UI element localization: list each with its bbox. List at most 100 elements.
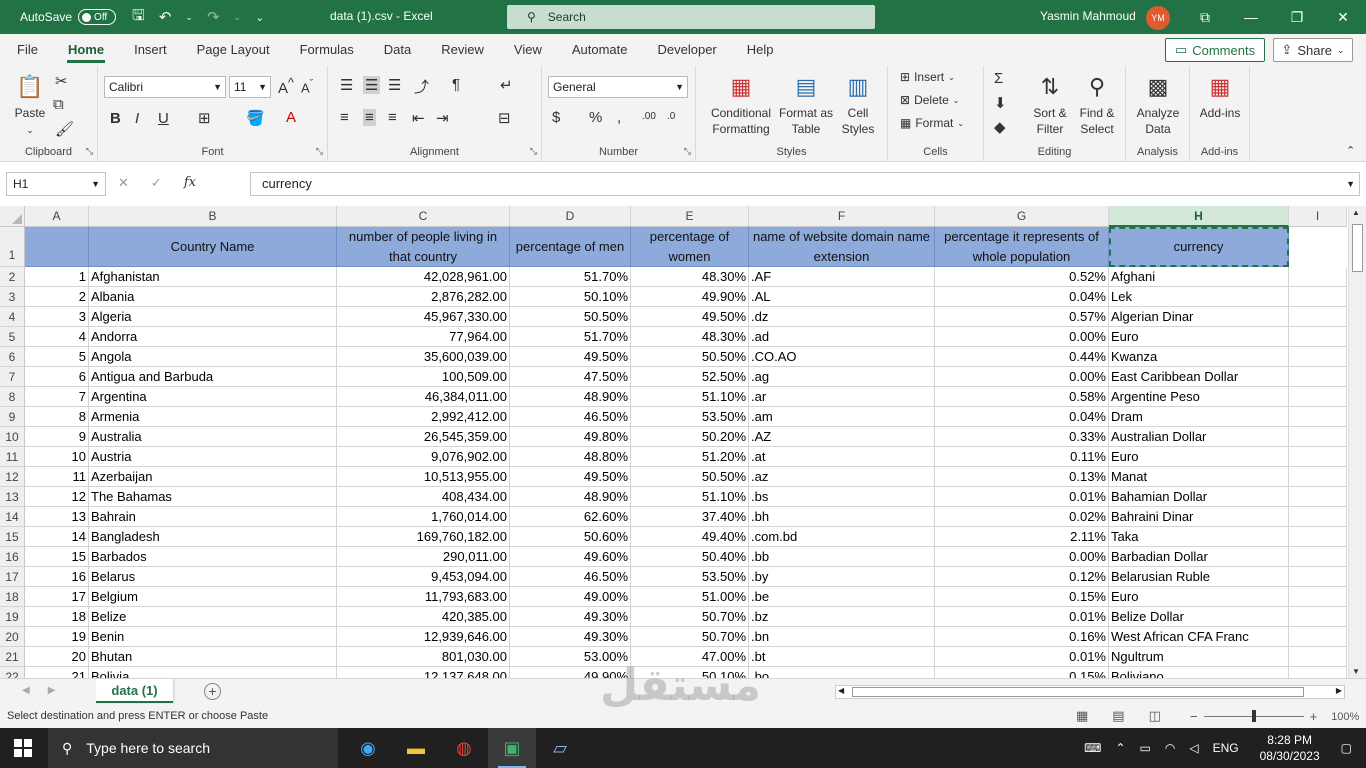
increase-decimal-icon[interactable]: .00 <box>642 111 656 122</box>
table-cell[interactable]: Manat <box>1109 467 1289 487</box>
table-cell[interactable]: 48.80% <box>510 447 631 467</box>
table-cell[interactable]: 26,545,359.00 <box>337 427 510 447</box>
table-cell[interactable] <box>1289 487 1347 507</box>
table-cell[interactable]: 16 <box>25 567 89 587</box>
table-cell[interactable]: Kwanza <box>1109 347 1289 367</box>
table-cell[interactable]: 48.30% <box>631 267 749 287</box>
tab-page-layout[interactable]: Page Layout <box>182 34 285 66</box>
collapse-ribbon-icon[interactable]: ⌃ <box>1346 144 1355 157</box>
wifi-icon[interactable]: ◠ <box>1165 741 1175 755</box>
autosave-control[interactable]: AutoSave Off <box>20 9 117 25</box>
header-cell[interactable]: Country Name <box>89 227 337 267</box>
table-cell[interactable]: Antigua and Barbuda <box>89 367 337 387</box>
table-cell[interactable]: 11,793,683.00 <box>337 587 510 607</box>
worksheet-grid[interactable]: A B C D E F G H I 1 Country Name number of people l… <box>0 206 1366 678</box>
find-select-button[interactable]: ⚲ Find & Select <box>1074 72 1120 137</box>
name-box[interactable]: H1 ▼ <box>6 172 106 196</box>
zoom-out-icon[interactable]: − <box>1190 709 1198 724</box>
table-cell[interactable] <box>1289 307 1347 327</box>
header-cell[interactable] <box>25 227 89 267</box>
table-cell[interactable]: 0.58% <box>935 387 1109 407</box>
table-cell[interactable]: Bhutan <box>89 647 337 667</box>
table-cell[interactable]: 48.90% <box>510 387 631 407</box>
table-cell[interactable]: 53.00% <box>510 647 631 667</box>
table-cell[interactable]: 169,760,182.00 <box>337 527 510 547</box>
table-cell[interactable]: 12 <box>25 487 89 507</box>
table-cell[interactable]: 48.90% <box>510 487 631 507</box>
horizontal-scrollbar[interactable]: ◀ ▶ <box>835 685 1345 699</box>
taskbar-search-input[interactable]: ⚲ Type here to search <box>48 728 338 768</box>
column-header-c[interactable]: C <box>337 206 510 227</box>
table-cell[interactable]: .am <box>749 407 935 427</box>
vertical-scrollbar[interactable]: ▲ ▼ <box>1348 206 1366 678</box>
borders-icon[interactable]: ⊞ <box>198 109 211 127</box>
tab-insert[interactable]: Insert <box>119 34 182 66</box>
table-cell[interactable]: 0.44% <box>935 347 1109 367</box>
row-header[interactable]: 19 <box>0 607 25 627</box>
clear-icon[interactable]: ◆ <box>994 118 1006 136</box>
chrome-icon[interactable]: ◍ <box>440 728 488 768</box>
notifications-icon[interactable]: ▢ <box>1341 741 1352 755</box>
header-cell[interactable]: currency <box>1109 227 1289 267</box>
table-cell[interactable] <box>1289 547 1347 567</box>
table-cell[interactable]: Benin <box>89 627 337 647</box>
table-cell[interactable]: 62.60% <box>510 507 631 527</box>
zoom-in-icon[interactable]: + <box>1310 709 1318 724</box>
table-cell[interactable] <box>1289 587 1347 607</box>
row-header[interactable]: 12 <box>0 467 25 487</box>
table-cell[interactable]: 0.57% <box>935 307 1109 327</box>
table-cell[interactable] <box>1289 427 1347 447</box>
table-cell[interactable] <box>1289 267 1347 287</box>
table-cell[interactable] <box>1289 447 1347 467</box>
table-cell[interactable]: 8 <box>25 407 89 427</box>
tab-developer[interactable]: Developer <box>643 34 732 66</box>
select-all-corner[interactable] <box>0 206 25 227</box>
wrap-text-icon[interactable]: ↵ <box>500 76 513 94</box>
tab-home[interactable]: Home <box>53 34 119 66</box>
row-header[interactable]: 7 <box>0 367 25 387</box>
format-painter-icon[interactable]: 🖌 <box>55 120 74 138</box>
align-bottom-icon[interactable]: ☰ <box>388 76 401 94</box>
volume-icon[interactable]: ◁ <box>1189 741 1198 755</box>
table-cell[interactable]: .bz <box>749 607 935 627</box>
table-cell[interactable]: .bn <box>749 627 935 647</box>
underline-button[interactable]: U <box>158 110 169 127</box>
row-header[interactable]: 14 <box>0 507 25 527</box>
column-header-e[interactable]: E <box>631 206 749 227</box>
table-cell[interactable]: Lek <box>1109 287 1289 307</box>
scroll-right-icon[interactable]: ▶ <box>1336 686 1342 695</box>
table-cell[interactable]: 18 <box>25 607 89 627</box>
avatar[interactable]: YM <box>1146 6 1170 30</box>
table-cell[interactable]: 50.70% <box>631 607 749 627</box>
table-cell[interactable]: 50.50% <box>510 307 631 327</box>
table-cell[interactable]: 49.80% <box>510 427 631 447</box>
table-cell[interactable]: 4 <box>25 327 89 347</box>
table-cell[interactable]: .com.bd <box>749 527 935 547</box>
column-header-h[interactable]: H <box>1109 206 1289 227</box>
table-cell[interactable]: 48.30% <box>631 327 749 347</box>
row-header[interactable]: 13 <box>0 487 25 507</box>
table-cell[interactable]: Argentina <box>89 387 337 407</box>
table-cell[interactable]: 10 <box>25 447 89 467</box>
orientation-icon[interactable]: ⤴ <box>414 76 429 97</box>
horizontal-scroll-thumb[interactable] <box>852 687 1304 697</box>
table-cell[interactable]: 53.50% <box>631 407 749 427</box>
comments-button[interactable]: ▭ Comments <box>1165 38 1265 62</box>
table-cell[interactable]: Euro <box>1109 327 1289 347</box>
conditional-formatting-button[interactable]: ▦ Conditional Formatting <box>706 72 776 137</box>
table-cell[interactable]: 51.70% <box>510 267 631 287</box>
battery-icon[interactable]: ▭ <box>1140 741 1151 755</box>
table-cell[interactable]: 49.50% <box>510 347 631 367</box>
table-cell[interactable]: Afghanistan <box>89 267 337 287</box>
notes-app-icon[interactable]: ▱ <box>536 728 584 768</box>
table-cell[interactable]: Belarus <box>89 567 337 587</box>
windows-start-icon[interactable] <box>14 739 32 757</box>
column-header-i[interactable]: I <box>1289 206 1347 227</box>
table-cell[interactable] <box>1289 327 1347 347</box>
table-cell[interactable]: .AF <box>749 267 935 287</box>
table-cell[interactable]: Taka <box>1109 527 1289 547</box>
tray-chevron-icon[interactable]: ⌃ <box>1115 741 1125 755</box>
table-cell[interactable] <box>1289 347 1347 367</box>
table-cell[interactable]: 0.52% <box>935 267 1109 287</box>
row-header[interactable]: 2 <box>0 267 25 287</box>
